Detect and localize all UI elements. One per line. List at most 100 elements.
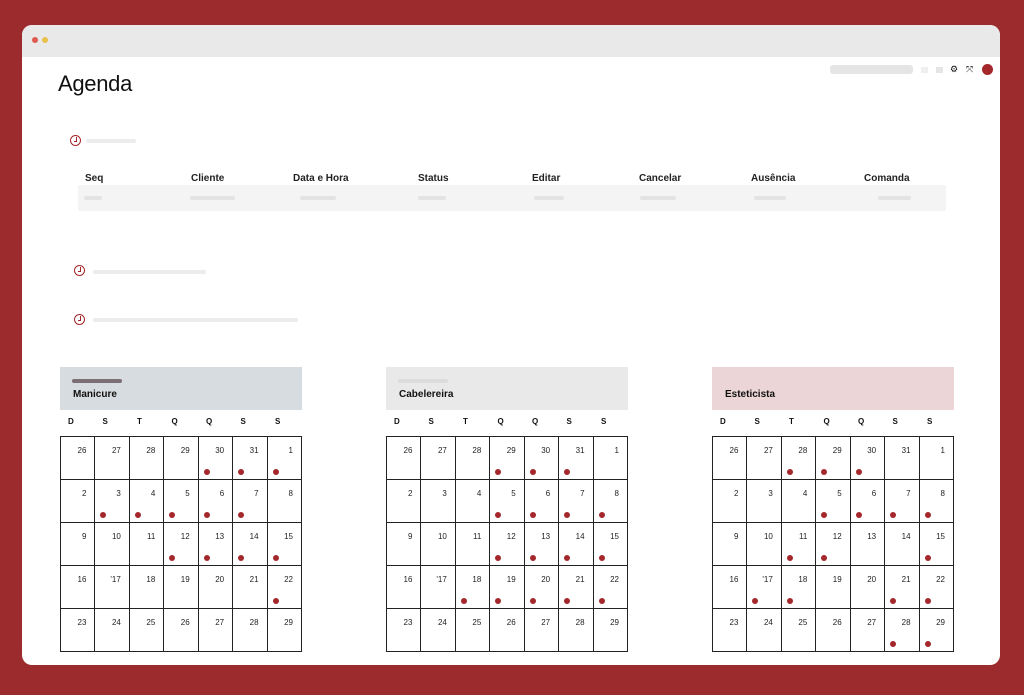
calendar-day[interactable]: 20	[850, 566, 886, 609]
calendar-day[interactable]: 8	[593, 480, 628, 523]
expand-icon[interactable]: ⤧	[966, 64, 973, 74]
calendar-day[interactable]: 1	[919, 437, 954, 480]
calendar-day[interactable]: 23	[387, 609, 422, 652]
calendar-day[interactable]: 29	[593, 609, 628, 652]
minimize-window-button[interactable]	[42, 37, 48, 43]
calendar-day[interactable]: 24	[95, 609, 130, 652]
calendar-day[interactable]: 16	[61, 566, 96, 609]
cancel-button[interactable]	[640, 196, 676, 200]
calendar-day[interactable]: 3	[421, 480, 456, 523]
calendar-day[interactable]: 16	[387, 566, 422, 609]
calendar-day[interactable]: 9	[387, 523, 422, 566]
calendar-day[interactable]: 11	[781, 523, 817, 566]
calendar-day[interactable]: 27	[421, 437, 456, 480]
calendar-day[interactable]: 26	[164, 609, 199, 652]
calendar-day[interactable]: 28	[781, 437, 817, 480]
calendar-day[interactable]: 14	[233, 523, 268, 566]
calendar-day[interactable]: 21	[885, 566, 920, 609]
calendar-day[interactable]: 25	[781, 609, 817, 652]
calendar-day[interactable]: 19	[490, 566, 525, 609]
calendar-day[interactable]: 4	[455, 480, 491, 523]
calendar-day[interactable]: 7	[233, 480, 268, 523]
calendar-day[interactable]: 9	[61, 523, 96, 566]
calendar-day[interactable]: 18	[781, 566, 817, 609]
calendar-day[interactable]: 13	[198, 523, 234, 566]
calendar-day[interactable]: 12	[164, 523, 199, 566]
calendar-day[interactable]: 31	[885, 437, 920, 480]
calendar-day[interactable]: 6	[198, 480, 234, 523]
edit-button[interactable]	[534, 196, 564, 200]
calendar-day[interactable]: 23	[61, 609, 96, 652]
absence-button[interactable]	[754, 196, 786, 200]
calendar-day[interactable]: '17	[421, 566, 456, 609]
order-button[interactable]	[878, 196, 911, 200]
calendar-day[interactable]: 15	[267, 523, 302, 566]
calendar-day[interactable]: 7	[559, 480, 594, 523]
calendar-day[interactable]: 26	[387, 437, 422, 480]
calendar-day[interactable]: 22	[593, 566, 628, 609]
calendar-day[interactable]: 27	[747, 437, 782, 480]
calendar-day[interactable]: 28	[885, 609, 920, 652]
calendar-day[interactable]: 6	[850, 480, 886, 523]
avatar[interactable]	[982, 64, 993, 75]
calendar-day[interactable]: 15	[919, 523, 954, 566]
calendar-day[interactable]: 19	[816, 566, 851, 609]
calendar-day[interactable]: 31	[559, 437, 594, 480]
calendar-day[interactable]: 29	[164, 437, 199, 480]
calendar-day[interactable]: 21	[559, 566, 594, 609]
close-window-button[interactable]	[32, 37, 38, 43]
calendar-day[interactable]: 27	[95, 437, 130, 480]
calendar-day[interactable]: 12	[490, 523, 525, 566]
calendar-day[interactable]: 28	[233, 609, 268, 652]
calendar-day[interactable]: 22	[919, 566, 954, 609]
calendar-day[interactable]: 9	[713, 523, 748, 566]
calendar-day[interactable]: 2	[387, 480, 422, 523]
calendar-day[interactable]: 26	[61, 437, 96, 480]
calendar-day[interactable]: 25	[455, 609, 491, 652]
calendar-day[interactable]: 5	[816, 480, 851, 523]
calendar-day[interactable]: '17	[95, 566, 130, 609]
search-input[interactable]	[830, 65, 913, 74]
calendar-day[interactable]: 1	[267, 437, 302, 480]
calendar-day[interactable]: '17	[747, 566, 782, 609]
calendar-day[interactable]: 1	[593, 437, 628, 480]
calendar-day[interactable]: 14	[559, 523, 594, 566]
calendar-day[interactable]: 6	[524, 480, 560, 523]
toolbar-button[interactable]	[921, 67, 928, 73]
calendar-day[interactable]: 11	[129, 523, 165, 566]
calendar-day[interactable]: 7	[885, 480, 920, 523]
calendar-day[interactable]: 8	[267, 480, 302, 523]
calendar-day[interactable]: 27	[850, 609, 886, 652]
calendar-day[interactable]: 28	[455, 437, 491, 480]
calendar-day[interactable]: 10	[747, 523, 782, 566]
calendar-day[interactable]: 4	[781, 480, 817, 523]
calendar-day[interactable]: 16	[713, 566, 748, 609]
calendar-day[interactable]: 24	[747, 609, 782, 652]
calendar-day[interactable]: 22	[267, 566, 302, 609]
calendar-day[interactable]: 28	[559, 609, 594, 652]
calendar-day[interactable]: 5	[164, 480, 199, 523]
calendar-day[interactable]: 2	[61, 480, 96, 523]
calendar-day[interactable]: 18	[129, 566, 165, 609]
calendar-day[interactable]: 15	[593, 523, 628, 566]
calendar-day[interactable]: 24	[421, 609, 456, 652]
gear-icon[interactable]: ⚙	[950, 64, 958, 74]
calendar-day[interactable]: 10	[421, 523, 456, 566]
calendar-day[interactable]: 30	[198, 437, 234, 480]
calendar-day[interactable]: 29	[490, 437, 525, 480]
calendar-day[interactable]: 23	[713, 609, 748, 652]
calendar-day[interactable]: 13	[524, 523, 560, 566]
calendar-day[interactable]: 26	[490, 609, 525, 652]
calendar-day[interactable]: 11	[455, 523, 491, 566]
calendar-day[interactable]: 12	[816, 523, 851, 566]
calendar-day[interactable]: 20	[524, 566, 560, 609]
toolbar-button[interactable]	[936, 67, 943, 73]
table-row[interactable]	[78, 185, 946, 211]
calendar-day[interactable]: 21	[233, 566, 268, 609]
calendar-day[interactable]: 31	[233, 437, 268, 480]
calendar-day[interactable]: 13	[850, 523, 886, 566]
calendar-day[interactable]: 29	[816, 437, 851, 480]
calendar-day[interactable]: 30	[524, 437, 560, 480]
calendar-day[interactable]: 10	[95, 523, 130, 566]
calendar-day[interactable]: 20	[198, 566, 234, 609]
